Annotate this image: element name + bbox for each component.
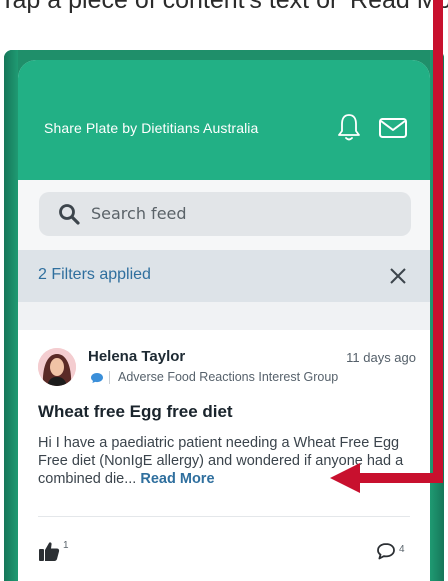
search-icon xyxy=(59,204,80,225)
chat-bubble-icon xyxy=(91,373,103,383)
meta-separator xyxy=(109,371,110,384)
annotation-arrow-head xyxy=(330,463,360,493)
search-input[interactable]: Search feed xyxy=(39,192,411,236)
close-icon[interactable] xyxy=(388,266,408,286)
annotation-arrow-arm xyxy=(354,473,443,483)
search-placeholder: Search feed xyxy=(91,204,187,223)
like-count: 1 xyxy=(63,540,69,551)
comment-icon[interactable] xyxy=(376,542,396,560)
comment-count: 4 xyxy=(399,544,405,555)
author-name[interactable]: Helena Taylor xyxy=(88,348,185,365)
filter-bar[interactable]: 2 Filters applied xyxy=(18,250,430,302)
read-more-link[interactable]: Read More xyxy=(140,471,214,487)
instruction-caption: Tap a piece of content's text or 'Read M… xyxy=(0,0,448,14)
post-divider xyxy=(38,516,410,517)
post-card[interactable]: Helena Taylor 11 days ago Adverse Food R… xyxy=(18,330,430,581)
phone-frame: Share Plate by Dietitians Australia Sear… xyxy=(4,50,444,581)
bell-icon[interactable] xyxy=(336,112,362,142)
annotation-arrow-shaft xyxy=(433,0,443,479)
phone-edge-left xyxy=(4,50,18,581)
app-title: Share Plate by Dietitians Australia xyxy=(44,120,259,136)
mail-icon[interactable] xyxy=(378,116,408,140)
filters-applied-label: 2 Filters applied xyxy=(38,266,151,283)
post-title[interactable]: Wheat free Egg free diet xyxy=(38,402,233,422)
post-time: 11 days ago xyxy=(346,350,416,365)
app-screen: Share Plate by Dietitians Australia Sear… xyxy=(18,60,430,581)
avatar[interactable] xyxy=(38,348,76,386)
feed-gap xyxy=(18,302,430,330)
group-name[interactable]: Adverse Food Reactions Interest Group xyxy=(118,370,338,384)
thumbs-up-icon[interactable] xyxy=(38,540,60,562)
